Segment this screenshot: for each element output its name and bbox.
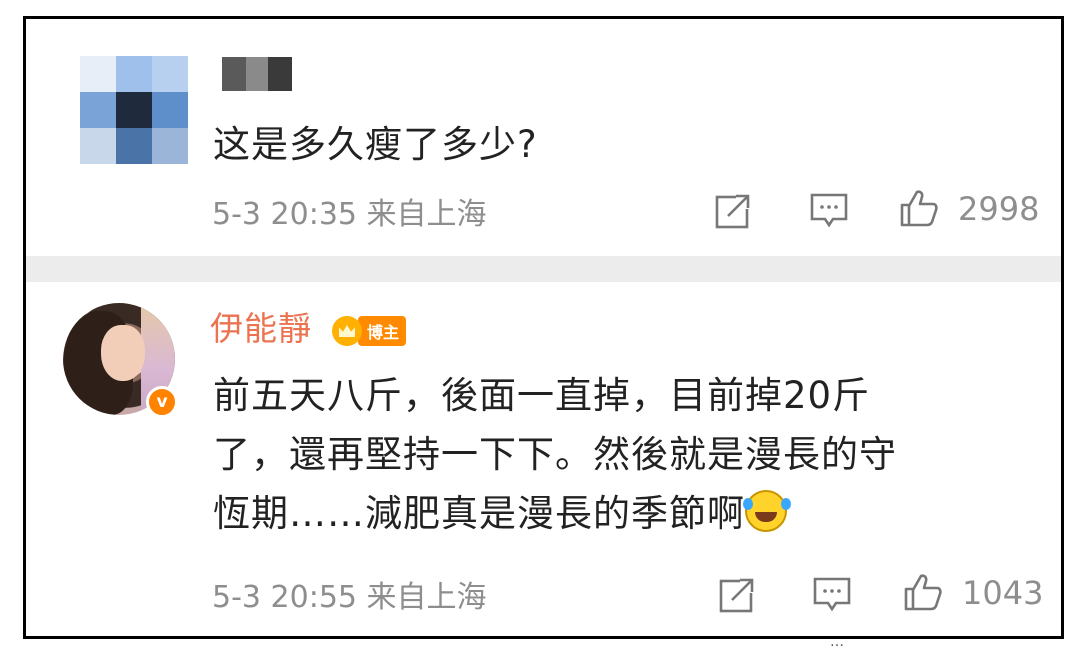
avatar[interactable] [80,56,188,164]
blogger-label: 博主 [358,316,407,346]
share-icon[interactable] [718,574,758,614]
username-blurred[interactable] [222,57,292,91]
comment-text: 前五天八斤，後面一直掉，目前掉20斤 了，還再堅持一下下。然後就是漫長的守 恆期… [213,366,1013,543]
watermark: … [830,634,844,650]
like-count: 1043 [962,574,1044,612]
blogger-badge: 博主 [332,316,407,346]
comment-icon[interactable] [809,190,849,230]
comment-meta: 5-3 20:55 来自上海 [212,580,487,615]
crown-icon [332,316,362,346]
comment-separator [26,256,1061,282]
comment-text-line: 了，還再堅持一下下。然後就是漫長的守 [213,433,897,476]
like-icon[interactable] [899,188,939,228]
verified-badge: v [146,386,178,418]
comment-icon[interactable] [812,574,852,614]
screenshot-frame: 这是多久瘦了多少? 5-3 20:35 来自上海 2998 v 伊能靜 博主 前… [23,16,1064,639]
comment-text-line: 前五天八斤，後面一直掉，目前掉20斤 [213,374,871,417]
comment-text-line: 恆期……減肥真是漫長的季節啊 [213,484,1013,543]
like-count: 2998 [958,190,1040,228]
share-icon[interactable] [714,190,754,230]
username[interactable]: 伊能靜 [210,302,312,350]
comment-item: 这是多久瘦了多少? 5-3 20:35 来自上海 2998 [26,19,1061,259]
like-icon[interactable] [903,572,943,612]
comment-meta: 5-3 20:35 来自上海 [212,197,487,232]
laugh-cry-emoji-icon [743,490,787,532]
comment-text-line-content: 恆期……減肥真是漫長的季節啊 [213,492,745,535]
comment-text: 这是多久瘦了多少? [213,123,538,166]
